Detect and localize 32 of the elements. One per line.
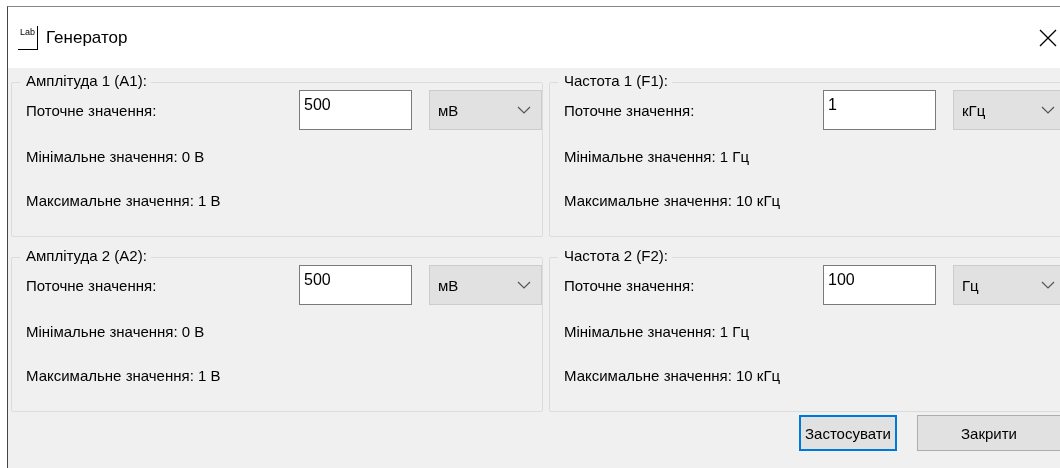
field-label: Поточне значення: <box>26 276 158 294</box>
group-legend: Амплітуда 2 (A2): <box>20 247 151 264</box>
field-label: Поточне значення: <box>26 101 158 119</box>
close-icon[interactable] <box>1039 29 1057 47</box>
chevron-icon <box>517 281 531 289</box>
field-label: Поточне значення: <box>564 101 696 119</box>
max-value-text: Максимальне значення: 10 кГц <box>563 367 782 384</box>
min-value-text: Мінімальне значення: 1 Гц <box>563 323 751 340</box>
min-value-text: Мінімальне значення: 0 В <box>25 148 206 165</box>
group-legend: Амплітуда 1 (A1): <box>20 72 151 89</box>
chevron-icon <box>1041 281 1055 289</box>
group-legend: Частота 1 (F1): <box>558 72 672 89</box>
chevron-icon <box>517 106 531 114</box>
close-button[interactable]: Закрити <box>917 415 1060 451</box>
value-field[interactable]: 1 <box>823 90 936 130</box>
value-field[interactable]: 500 <box>299 265 412 305</box>
max-value-text: Максимальне значення: 1 В <box>25 367 222 384</box>
max-value-text: Максимальне значення: 10 кГц <box>563 192 782 209</box>
value-field[interactable]: 500 <box>299 90 412 130</box>
unit-dropdown[interactable]: мВ <box>429 265 542 305</box>
min-value-text: Мінімальне значення: 0 В <box>25 323 206 340</box>
window-title: Генератор <box>46 27 128 48</box>
chevron-icon <box>1041 106 1055 114</box>
min-value-text: Мінімальне значення: 1 Гц <box>563 148 751 165</box>
group-legend: Частота 2 (F2): <box>558 247 672 264</box>
unit-dropdown[interactable]: Гц <box>953 265 1060 305</box>
unit-dropdown[interactable]: кГц <box>953 90 1060 130</box>
apply-button[interactable]: Застосувати <box>799 415 897 451</box>
unit-dropdown[interactable]: мВ <box>429 90 542 130</box>
value-field[interactable]: 100 <box>823 265 936 305</box>
field-label: Поточне значення: <box>564 276 696 294</box>
max-value-text: Максимальне значення: 1 В <box>25 192 222 209</box>
